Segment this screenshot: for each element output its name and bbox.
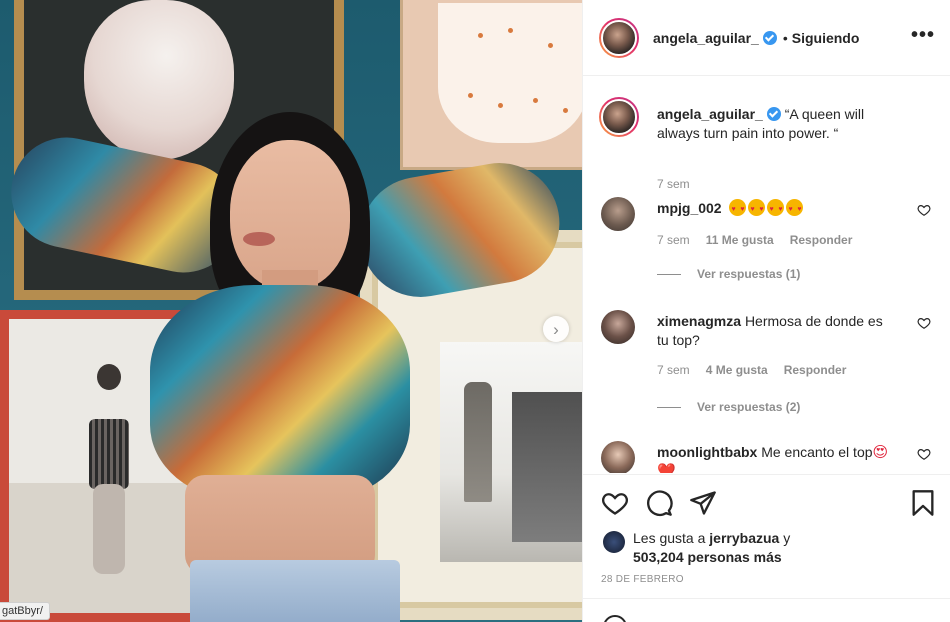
- commenter-username[interactable]: mpjg_002: [657, 200, 722, 216]
- more-options-icon[interactable]: •••: [911, 24, 935, 47]
- comment-time[interactable]: 7 sem: [657, 363, 690, 377]
- model-figure: [0, 0, 582, 622]
- comment-emoji: [729, 199, 805, 219]
- comment-meta: 7 sem 4 Me gusta Responder: [657, 363, 846, 377]
- bookmark-icon[interactable]: [909, 489, 937, 517]
- heart-outline-icon[interactable]: [601, 489, 629, 517]
- add-comment-bar: [583, 598, 950, 622]
- view-replies-button[interactable]: Ver respuestas (2): [657, 400, 800, 414]
- post-actions: Les gusta a jerrybazua y 503,204 persona…: [583, 474, 950, 598]
- caption-author-avatar[interactable]: [599, 97, 639, 137]
- status-link-hint: gatBbyr/: [0, 602, 50, 620]
- commenter-avatar[interactable]: [601, 197, 635, 231]
- paper-plane-icon[interactable]: [689, 489, 717, 517]
- header-separator: •: [782, 29, 788, 46]
- comment-bubble-icon[interactable]: [645, 489, 673, 517]
- verified-badge-icon: [762, 30, 777, 45]
- comment-text: Me encanto el top: [761, 444, 873, 460]
- author-username[interactable]: angela_aguilar_: [653, 30, 759, 46]
- commenter-username[interactable]: ximenagmza: [657, 313, 741, 329]
- following-button[interactable]: Siguiendo: [792, 30, 860, 46]
- comment-likes[interactable]: 11 Me gusta: [706, 233, 774, 247]
- liker-avatar[interactable]: [603, 531, 625, 553]
- likes-connector: y: [783, 530, 791, 546]
- view-replies-label: Ver respuestas (1): [697, 267, 801, 281]
- verified-badge-icon: [766, 107, 781, 121]
- comment-like-icon[interactable]: [917, 316, 931, 330]
- likes-summary[interactable]: Les gusta a jerrybazua y 503,204 persona…: [603, 529, 790, 567]
- emoji-smiley-icon[interactable]: [603, 615, 627, 622]
- liker-username[interactable]: jerrybazua: [709, 530, 779, 546]
- comment-likes[interactable]: 4 Me gusta: [706, 363, 768, 377]
- comments-list[interactable]: angela_aguilar_ “A queen will always tur…: [583, 77, 950, 473]
- post-date[interactable]: 28 DE FEBRERO: [601, 574, 684, 585]
- next-photo-button[interactable]: ›: [543, 316, 569, 342]
- comment-time[interactable]: 7 sem: [657, 233, 690, 247]
- chevron-right-icon: ›: [553, 319, 559, 339]
- view-replies-button[interactable]: Ver respuestas (1): [657, 267, 800, 281]
- likes-prefix: Les gusta a: [633, 530, 706, 546]
- reply-button[interactable]: Responder: [784, 363, 847, 377]
- caption-time[interactable]: 7 sem: [657, 177, 690, 191]
- comment-like-icon[interactable]: [917, 447, 931, 461]
- post-side-panel: angela_aguilar_ • Siguiendo ••• angela_a…: [582, 0, 950, 622]
- comment-meta: 7 sem 11 Me gusta Responder: [657, 233, 852, 247]
- post-header: angela_aguilar_ • Siguiendo •••: [583, 0, 950, 76]
- author-avatar[interactable]: [599, 17, 639, 58]
- comment-like-icon[interactable]: [917, 203, 931, 217]
- post-photo[interactable]: › gatBbyr/: [0, 0, 582, 622]
- reply-button[interactable]: Responder: [790, 233, 853, 247]
- commenter-username[interactable]: moonlightbabx: [657, 444, 757, 460]
- likes-count[interactable]: 503,204 personas más: [633, 549, 782, 565]
- view-replies-label: Ver respuestas (2): [697, 400, 801, 414]
- commenter-avatar[interactable]: [601, 310, 635, 344]
- commenter-avatar[interactable]: [601, 441, 635, 473]
- caption-username[interactable]: angela_aguilar_: [657, 106, 763, 122]
